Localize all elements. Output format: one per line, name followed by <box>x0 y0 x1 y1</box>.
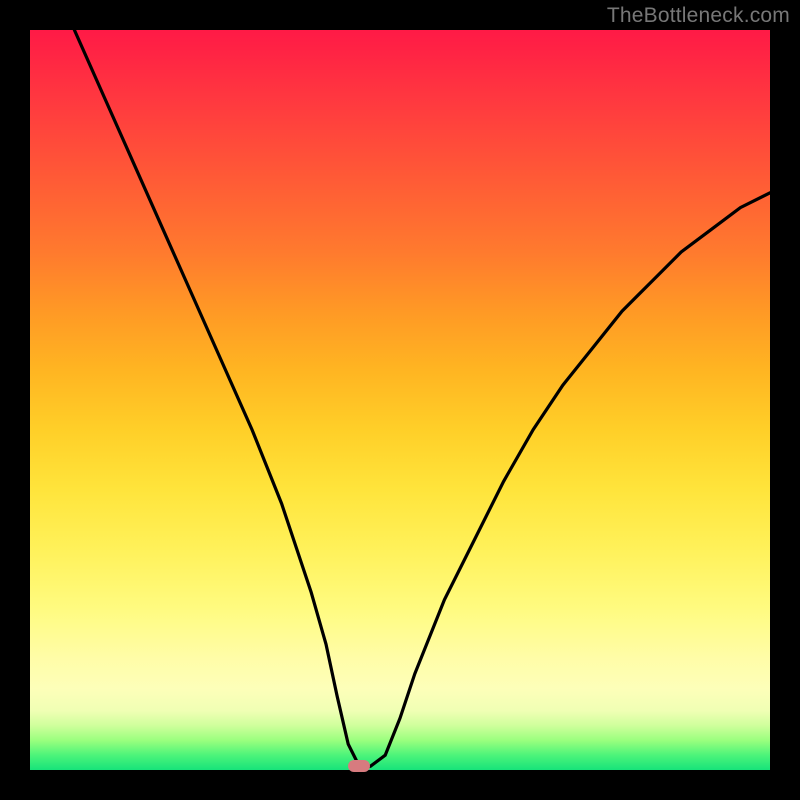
bottleneck-curve <box>74 30 770 766</box>
optimal-point-marker <box>348 760 370 772</box>
watermark-text: TheBottleneck.com <box>607 4 790 28</box>
chart-frame: TheBottleneck.com <box>0 0 800 800</box>
plot-area <box>30 30 770 770</box>
curve-svg <box>30 30 770 770</box>
